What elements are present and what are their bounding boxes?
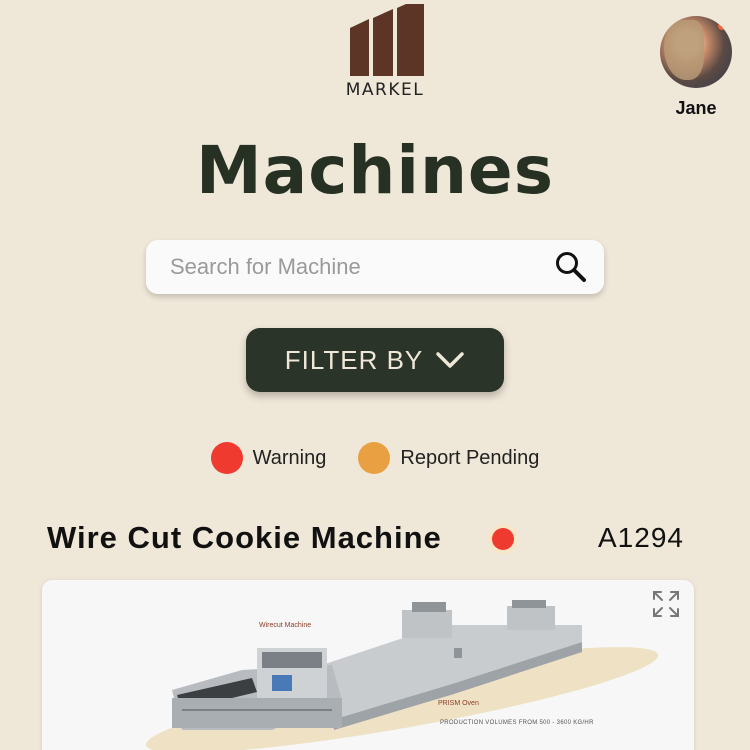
callout-wirecut: Wirecut Machine	[259, 622, 312, 629]
warning-dot	[210, 442, 243, 474]
user-profile[interactable]: Jane	[660, 16, 732, 119]
status-legend: Warning Report Pending	[0, 442, 750, 474]
legend-label: Warning	[252, 446, 327, 469]
machine-id: A1294	[598, 522, 684, 553]
report-pending-dot	[358, 442, 391, 474]
page-title: Machines	[196, 132, 554, 209]
filter-label: FILTER BY	[284, 344, 424, 375]
avatar[interactable]	[660, 16, 732, 88]
search-bar	[146, 240, 604, 294]
search-input[interactable]	[170, 254, 554, 280]
callout-prism-oven: PRISM Oven	[438, 700, 479, 707]
machine-image	[145, 600, 659, 750]
legend-item-report-pending: Report Pending	[358, 442, 539, 474]
machine-status-badge	[492, 528, 514, 550]
legend-label: Report Pending	[400, 446, 540, 469]
brand-name: MARKEL	[345, 80, 425, 100]
chevron-down-icon	[436, 352, 465, 368]
machine-name[interactable]: Wire Cut Cookie Machine	[47, 520, 442, 556]
user-name: Jane	[675, 98, 717, 118]
legend-item-warning: Warning	[210, 442, 327, 474]
expand-icon[interactable]	[652, 590, 680, 618]
production-volume-text: PRODUCTION VOLUMES FROM 500 - 3600 KG/HR	[440, 720, 594, 726]
notification-dot	[718, 22, 726, 30]
filter-button[interactable]: FILTER BY	[246, 328, 504, 392]
machine-image-card[interactable]: Wirecut Machine PRISM Oven PRODUCTION VO…	[42, 580, 694, 750]
search-icon[interactable]	[554, 250, 588, 284]
logo-bars-icon	[350, 4, 424, 76]
brand-logo: MARKEL	[340, 4, 430, 100]
